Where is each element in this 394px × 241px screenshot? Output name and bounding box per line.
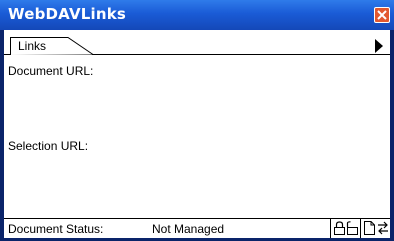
selection-url-label: Selection URL: [8, 139, 89, 153]
document-status-label: Document Status: [8, 222, 104, 236]
sync-icon[interactable] [377, 221, 389, 235]
close-icon [377, 10, 387, 20]
status-separator [360, 219, 361, 238]
lock-icon[interactable] [334, 221, 345, 235]
tab-links[interactable]: Links [10, 37, 94, 55]
webdav-links-panel: WebDAVLinks Links Document URL: Selectio… [0, 0, 394, 241]
status-icon-group [330, 219, 390, 238]
flyout-menu-icon [375, 39, 383, 53]
panel-menu-button[interactable] [374, 38, 384, 53]
document-status-value: Not Managed [152, 222, 225, 236]
window-title: WebDAVLinks [8, 5, 127, 23]
document-icon[interactable] [364, 221, 375, 235]
tab-strip: Links [4, 30, 390, 55]
document-url-label: Document URL: [8, 64, 94, 78]
unlock-icon[interactable] [346, 221, 358, 235]
panel-content: Document URL: Selection URL: [4, 55, 390, 215]
status-bar: Document Status: Not Managed [4, 218, 390, 238]
title-bar[interactable]: WebDAVLinks [0, 0, 394, 30]
close-button[interactable] [374, 7, 390, 23]
tab-links-label: Links [18, 39, 47, 53]
